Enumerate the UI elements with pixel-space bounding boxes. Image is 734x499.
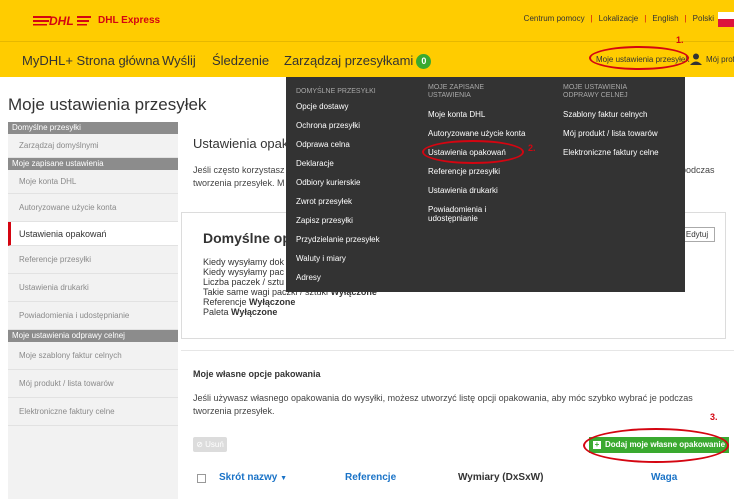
locations-link[interactable]: Lokalizacje — [599, 14, 639, 23]
menu-item-assign-shipments[interactable]: Przydzielanie przesyłek — [296, 235, 380, 245]
sidebar-item-notifications-sharing[interactable]: Powiadomienia i udostępnianie — [8, 302, 178, 330]
brand-name: DHL Express — [98, 15, 161, 26]
nav-send[interactable]: Wyślij — [162, 53, 196, 68]
polish-language-link[interactable]: Polski — [693, 14, 714, 23]
custom-packaging-text: Jeśli używasz własnego opakowania do wys… — [193, 393, 693, 416]
card-title: Domyślne opa — [203, 230, 299, 246]
sidebar-section-saved-settings: Moje zapisane ustawienia — [8, 158, 178, 170]
section-title: Ustawienia opak — [193, 136, 289, 151]
sidebar-section-customs-settings: Moje ustawienia odprawy celnej — [8, 330, 178, 342]
column-references[interactable]: Referencje — [345, 472, 396, 483]
sidebar-item-product-list[interactable]: Mój produkt / lista towarów — [8, 370, 178, 398]
sidebar-section-default-shipments: Domyślne przesyłki — [8, 122, 178, 134]
menu-item-delivery-options[interactable]: Opcje dostawy — [296, 102, 348, 112]
dropdown-col-default-header: DOMYŚLNE PRZESYŁKI — [296, 88, 376, 95]
delete-button[interactable]: ⊘ Usuń — [193, 437, 227, 452]
sidebar-item-manage-defaults[interactable]: Zarządzaj domyślnymi — [8, 134, 178, 158]
dropdown-col-saved-header: USTAWIENIA — [428, 92, 471, 99]
intro-line-end: podczas — [681, 165, 715, 175]
top-links: Centrum pomocy | Lokalizacje | English |… — [523, 14, 714, 23]
custom-packaging-section: Moje własne opcje pakowania Jeśli używas… — [181, 350, 734, 499]
poland-flag-icon[interactable] — [718, 12, 734, 27]
settings-dropdown-menu: DOMYŚLNE PRZESYŁKI Opcje dostawy Ochrona… — [286, 77, 685, 292]
custom-packaging-title: Moje własne opcje pakowania — [193, 369, 321, 379]
sidebar-item-customs-invoice-templates[interactable]: Moje szablony faktur celnych — [8, 342, 178, 370]
sidebar-item-dhl-accounts[interactable]: Moje konta DHL — [8, 170, 178, 194]
annotation-number-3: 3. — [710, 412, 718, 422]
dropdown-col-customs-header: ODPRAWY CELNEJ — [563, 92, 628, 99]
sidebar-item-printer-settings[interactable]: Ustawienia drukarki — [8, 274, 178, 302]
sort-desc-icon: ▼ — [280, 475, 288, 482]
user-icon — [690, 53, 702, 65]
menu-item-electronic-invoices[interactable]: Elektroniczne faktury celne — [563, 148, 659, 158]
menu-item-declarations[interactable]: Deklaracje — [296, 159, 334, 169]
menu-item-product-list[interactable]: Mój produkt / lista towarów — [563, 129, 658, 139]
top-bar: DHL DHL Express Centrum pomocy | Lokaliz… — [0, 0, 734, 41]
nav-tracking[interactable]: Śledzenie — [212, 53, 269, 68]
menu-item-customs-invoice-templates[interactable]: Szablony faktur celnych — [563, 110, 648, 120]
nav-my-profile[interactable]: Mój profil — [706, 55, 734, 64]
dropdown-col-customs-header: MOJE USTAWIENIA — [563, 84, 628, 91]
menu-item-save-shipments[interactable]: Zapisz przesyłki — [296, 216, 353, 226]
annotation-number-1: 1. — [676, 35, 684, 45]
page-title: Moje ustawienia przesyłek — [8, 95, 207, 114]
column-dimensions: Wymiary (DxSxW) — [458, 472, 544, 483]
annotation-number-2: 2. — [528, 143, 536, 153]
nav-manage-shipments[interactable]: Zarządzaj przesyłkami 0 — [284, 53, 432, 69]
menu-item-dhl-accounts[interactable]: Moje konta DHL — [428, 110, 485, 120]
menu-item-printer-settings[interactable]: Ustawienia drukarki — [428, 186, 498, 196]
delete-label: Usuń — [205, 440, 224, 449]
menu-item-currency-units[interactable]: Waluty i miary — [296, 254, 346, 264]
menu-item-returns[interactable]: Zwrot przesyłek — [296, 197, 352, 207]
svg-text:DHL: DHL — [49, 14, 74, 26]
sidebar-item-packaging-settings[interactable]: Ustawienia opakowań — [8, 222, 178, 246]
menu-item-courier-pickups[interactable]: Odbiory kurierskie — [296, 178, 360, 188]
menu-item-authorized-account-use[interactable]: Autoryzowane użycie konta — [428, 129, 525, 139]
settings-sidebar: Domyślne przesyłki Zarządzaj domyślnymi … — [8, 122, 178, 499]
annotation-oval-2 — [422, 140, 524, 164]
menu-item-shipment-references[interactable]: Referencje przesyłki — [428, 167, 500, 177]
sidebar-item-shipment-references[interactable]: Referencje przesyłki — [8, 246, 178, 274]
nav-manage-label: Zarządzaj przesyłkami — [284, 53, 414, 68]
shipments-count-badge: 0 — [416, 54, 432, 69]
nav-home[interactable]: MyDHL+ Strona główna — [22, 53, 160, 68]
dropdown-col-saved-header: MOJE ZAPISANE — [428, 84, 485, 91]
help-center-link[interactable]: Centrum pomocy — [524, 14, 585, 23]
detail-line: Paleta Wyłączone — [203, 307, 278, 317]
column-name[interactable]: Skrót nazwy ▼ — [219, 472, 287, 483]
column-weight[interactable]: Waga — [651, 472, 677, 483]
detail-line: Referencje Wyłączone — [203, 297, 296, 307]
menu-item-shipment-protection[interactable]: Ochrona przesyłki — [296, 121, 360, 131]
annotation-oval-3 — [583, 428, 729, 463]
dhl-logo[interactable]: DHL — [33, 14, 91, 26]
annotation-oval-1 — [589, 46, 689, 70]
english-language-link[interactable]: English — [652, 14, 678, 23]
sidebar-item-authorized-account-use[interactable]: Autoryzowane użycie konta — [8, 194, 178, 222]
menu-item-addresses[interactable]: Adresy — [296, 273, 321, 283]
menu-item-notifications[interactable]: udostępnianie — [428, 214, 478, 224]
menu-item-customs-clearance[interactable]: Odprawa celna — [296, 140, 350, 150]
select-all-checkbox[interactable] — [197, 474, 206, 483]
table-header: Skrót nazwy ▼ Referencje Wymiary (DxSxW)… — [193, 469, 733, 489]
sidebar-item-electronic-invoices[interactable]: Elektroniczne faktury celne — [8, 398, 178, 426]
